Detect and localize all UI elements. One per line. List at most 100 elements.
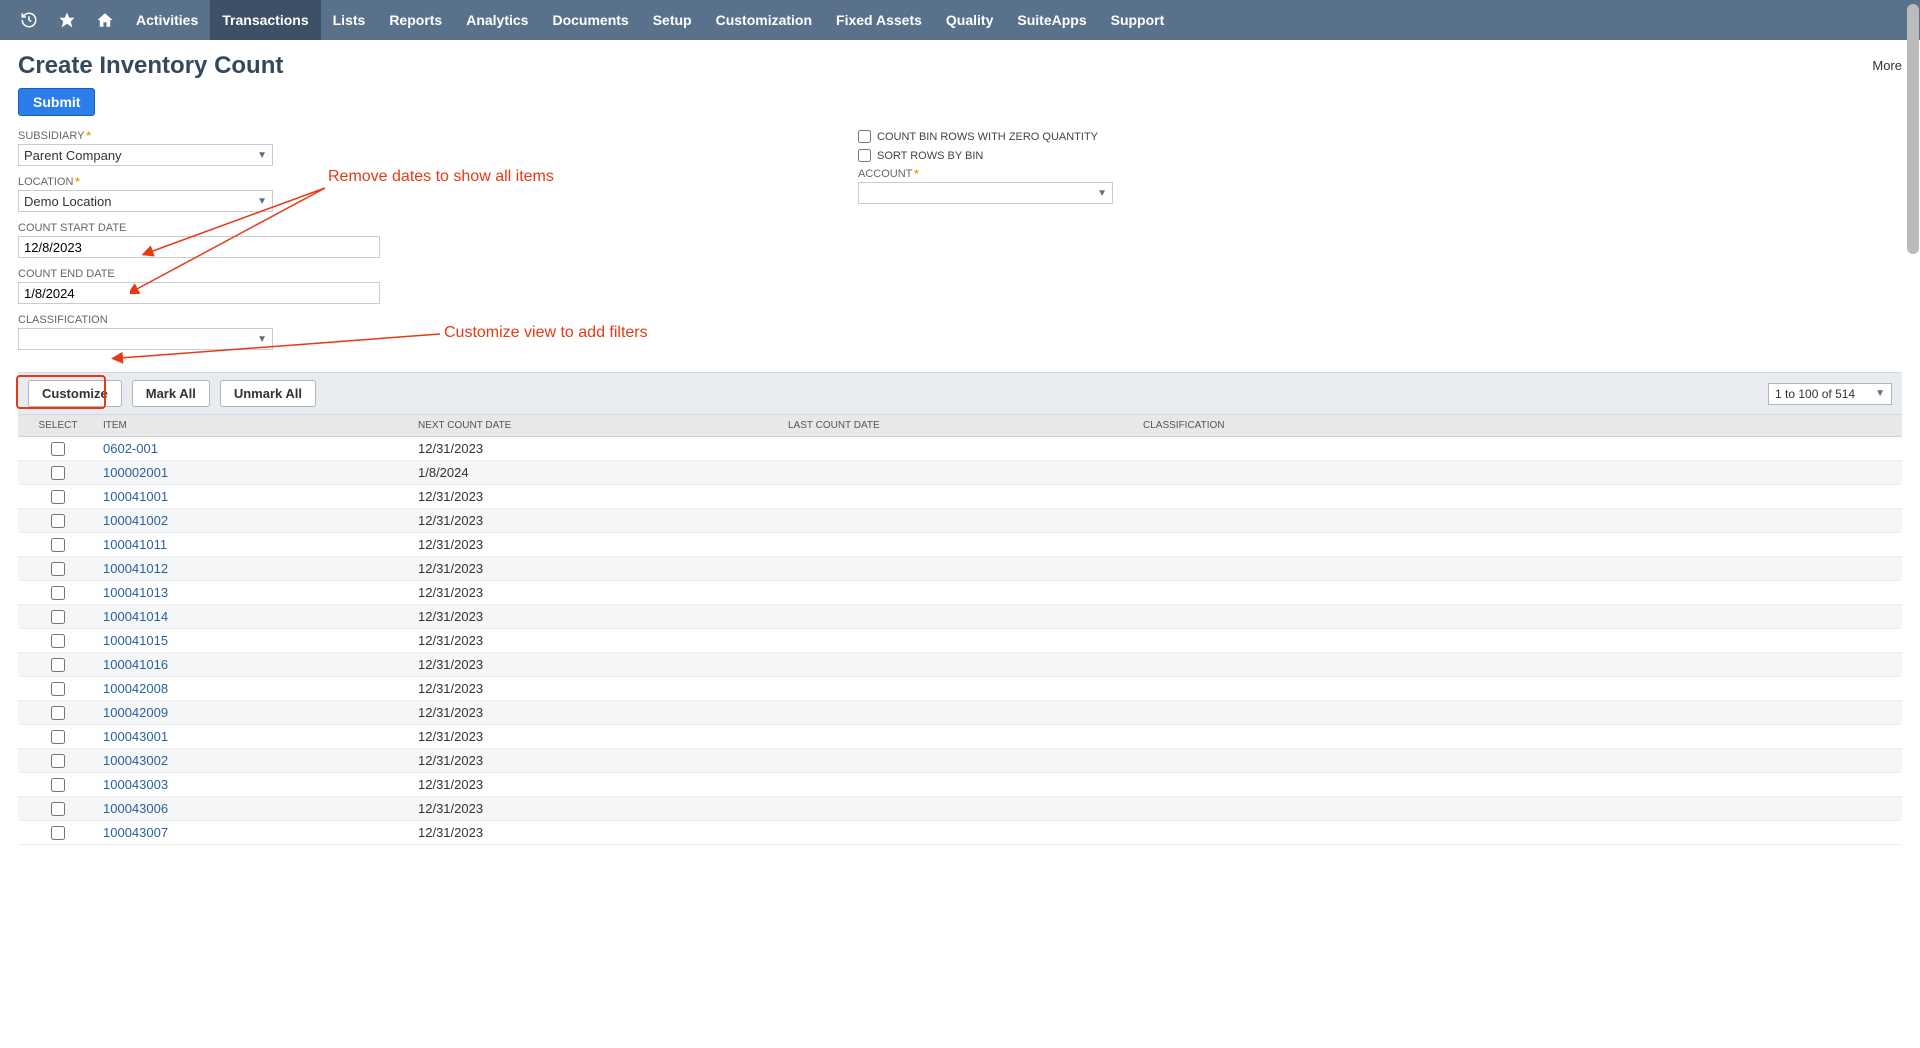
annotation-remove-dates: Remove dates to show all items (328, 168, 554, 186)
item-link[interactable]: 100043006 (103, 801, 168, 816)
chevron-down-icon: ▼ (257, 334, 267, 345)
row-checkbox[interactable] (51, 682, 65, 696)
nav-item-support[interactable]: Support (1099, 0, 1177, 40)
item-link[interactable]: 100042008 (103, 681, 168, 696)
row-checkbox[interactable] (51, 634, 65, 648)
top-nav: ActivitiesTransactionsListsReportsAnalyt… (0, 0, 1920, 40)
nav-item-quality[interactable]: Quality (934, 0, 1005, 40)
end-date-input[interactable] (18, 282, 380, 304)
history-icon[interactable] (10, 0, 48, 40)
sort-rows-bin-checkbox[interactable] (858, 149, 871, 162)
annotation-customize-view: Customize view to add filters (444, 324, 648, 342)
pager-select[interactable]: 1 to 100 of 514 ▼ (1768, 383, 1892, 405)
item-link[interactable]: 100041015 (103, 633, 168, 648)
cell-next-date: 12/31/2023 (413, 705, 783, 720)
more-link[interactable]: More (1872, 52, 1902, 73)
mark-all-button[interactable]: Mark All (132, 380, 210, 407)
row-checkbox[interactable] (51, 826, 65, 840)
row-checkbox[interactable] (51, 658, 65, 672)
chevron-down-icon: ▼ (1097, 188, 1107, 199)
item-link[interactable]: 100041012 (103, 561, 168, 576)
subsidiary-select[interactable]: Parent Company ▼ (18, 144, 273, 166)
row-checkbox[interactable] (51, 778, 65, 792)
account-label: ACCOUNT* (858, 168, 1158, 180)
item-link[interactable]: 100043007 (103, 825, 168, 840)
classification-label: CLASSIFICATION (18, 314, 398, 326)
table-row: 100043002 12/31/2023 (18, 749, 1902, 773)
row-checkbox[interactable] (51, 538, 65, 552)
row-checkbox[interactable] (51, 562, 65, 576)
end-date-label: COUNT END DATE (18, 268, 398, 280)
col-header-item[interactable]: ITEM (98, 420, 413, 431)
row-checkbox[interactable] (51, 586, 65, 600)
table-row: 100043001 12/31/2023 (18, 725, 1902, 749)
customize-button[interactable]: Customize (28, 380, 122, 407)
row-checkbox[interactable] (51, 754, 65, 768)
row-checkbox[interactable] (51, 490, 65, 504)
nav-item-lists[interactable]: Lists (321, 0, 378, 40)
chevron-down-icon: ▼ (257, 150, 267, 161)
item-link[interactable]: 100041001 (103, 489, 168, 504)
chevron-down-icon: ▼ (257, 196, 267, 207)
row-checkbox[interactable] (51, 802, 65, 816)
cell-next-date: 12/31/2023 (413, 801, 783, 816)
subsidiary-label: SUBSIDIARY* (18, 130, 398, 142)
nav-item-customization[interactable]: Customization (704, 0, 824, 40)
item-link[interactable]: 100041011 (103, 537, 167, 552)
nav-item-transactions[interactable]: Transactions (210, 0, 320, 40)
location-select[interactable]: Demo Location ▼ (18, 190, 273, 212)
item-link[interactable]: 100041016 (103, 657, 168, 672)
nav-item-activities[interactable]: Activities (124, 0, 210, 40)
table-row: 100041001 12/31/2023 (18, 485, 1902, 509)
row-checkbox[interactable] (51, 442, 65, 456)
table-row: 1000020011/8/2024 (18, 461, 1902, 485)
table-row: 100043003 12/31/2023 (18, 773, 1902, 797)
row-checkbox[interactable] (51, 466, 65, 480)
item-link[interactable]: 100043003 (103, 777, 168, 792)
nav-item-analytics[interactable]: Analytics (454, 0, 540, 40)
item-link[interactable]: 100043002 (103, 753, 168, 768)
item-link[interactable]: 100041013 (103, 585, 168, 600)
table-row: 100041013 12/31/2023 (18, 581, 1902, 605)
cell-next-date: 12/31/2023 (413, 489, 783, 504)
nav-item-documents[interactable]: Documents (540, 0, 640, 40)
account-select[interactable]: ▼ (858, 182, 1113, 204)
nav-item-reports[interactable]: Reports (377, 0, 454, 40)
table-row: 0602-00112/31/2023 (18, 437, 1902, 461)
row-checkbox[interactable] (51, 514, 65, 528)
nav-item-suiteapps[interactable]: SuiteApps (1005, 0, 1098, 40)
row-checkbox[interactable] (51, 706, 65, 720)
cell-next-date: 12/31/2023 (413, 585, 783, 600)
item-link[interactable]: 0602-001 (103, 441, 158, 456)
cell-next-date: 12/31/2023 (413, 753, 783, 768)
home-icon[interactable] (86, 0, 124, 40)
item-link[interactable]: 100041014 (103, 609, 168, 624)
item-link[interactable]: 100043001 (103, 729, 168, 744)
cell-next-date: 12/31/2023 (413, 681, 783, 696)
nav-item-setup[interactable]: Setup (641, 0, 704, 40)
cell-next-date: 12/31/2023 (413, 729, 783, 744)
item-link[interactable]: 100042009 (103, 705, 168, 720)
row-checkbox[interactable] (51, 610, 65, 624)
count-bin-zero-checkbox[interactable] (858, 130, 871, 143)
star-icon[interactable] (48, 0, 86, 40)
nav-item-fixed-assets[interactable]: Fixed Assets (824, 0, 934, 40)
table-row: 10004300712/31/2023 (18, 821, 1902, 845)
table-row: 100042009 12/31/2023 (18, 701, 1902, 725)
col-header-next[interactable]: NEXT COUNT DATE (413, 420, 783, 431)
col-header-select[interactable]: SELECT (18, 420, 98, 431)
row-checkbox[interactable] (51, 730, 65, 744)
cell-next-date: 12/31/2023 (413, 609, 783, 624)
cell-next-date: 12/31/2023 (413, 777, 783, 792)
unmark-all-button[interactable]: Unmark All (220, 380, 316, 407)
item-link[interactable]: 100041002 (103, 513, 168, 528)
count-bin-zero-label: COUNT BIN ROWS WITH ZERO QUANTITY (877, 131, 1098, 143)
submit-button[interactable]: Submit (18, 88, 95, 116)
col-header-last[interactable]: LAST COUNT DATE (783, 420, 1138, 431)
start-date-input[interactable] (18, 236, 380, 258)
scrollbar[interactable] (1907, 4, 1919, 254)
item-link[interactable]: 100002001 (103, 465, 168, 480)
classification-select[interactable]: ▼ (18, 328, 273, 350)
col-header-class[interactable]: CLASSIFICATION (1138, 420, 1902, 431)
cell-next-date: 12/31/2023 (413, 513, 783, 528)
